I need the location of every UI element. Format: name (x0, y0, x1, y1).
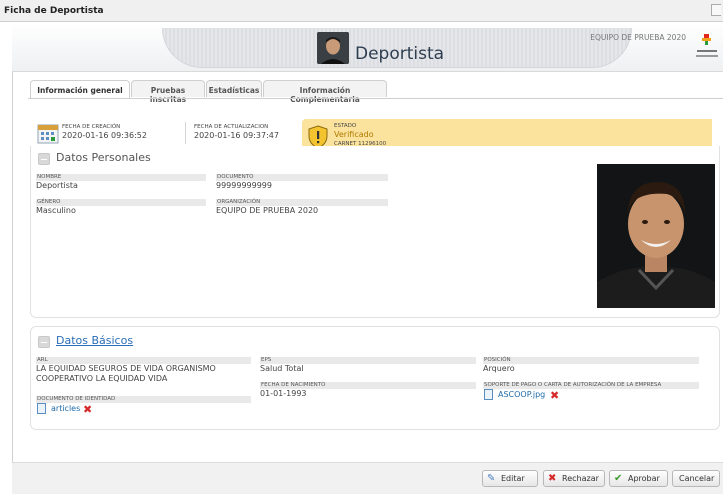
file-icon (484, 389, 493, 400)
documento-value: 99999999999 (216, 181, 272, 190)
doc-id-file-link[interactable]: articles (51, 404, 80, 413)
tab-label: Información general (37, 86, 123, 95)
delete-soporte-icon[interactable]: ✖ (550, 390, 559, 401)
collapse-icon[interactable] (38, 153, 50, 165)
updated-label: FECHA DE ACTUALIZACION (194, 124, 269, 130)
eps-label: EPS (260, 357, 476, 364)
organizacion-label: ORGANIZACIÓN (216, 199, 388, 206)
tabs-divider (28, 98, 723, 99)
window-close-button[interactable] (711, 4, 721, 16)
tab-informacion-complementaria[interactable]: Información Complementaria (263, 80, 387, 104)
reject-button-label: Rechazar (562, 474, 599, 483)
doc-id-label: DOCUMENTO DE IDENTIDAD (36, 396, 251, 403)
team-name: EQUIPO DE PRUEBA 2020 (590, 33, 686, 42)
window-title-bar: Ficha de Deportista (0, 0, 723, 22)
created-label: FECHA DE CREACIÓN (62, 124, 121, 130)
meta-divider (185, 122, 186, 144)
delete-doc-id-icon[interactable]: ✖ (83, 404, 92, 415)
edit-icon: ✎ (487, 473, 496, 484)
genero-value: Masculino (36, 206, 76, 215)
eps-value: Salud Total (260, 364, 304, 373)
nacimiento-label: FECHA DE NACIMIENTO (260, 382, 476, 389)
created-value: 2020-01-16 09:36:52 (62, 131, 147, 140)
file-icon (37, 403, 46, 414)
documento-label: DOCUMENTO (216, 174, 388, 181)
basic-section-title[interactable]: Datos Básicos (56, 334, 133, 347)
genero-label: GÉNERO (36, 199, 206, 206)
cancel-button[interactable]: Cancelar (672, 470, 720, 487)
soporte-label: SOPORTE DE PAGO O CARTA DE AUTORIZACIÓN … (483, 382, 699, 389)
tab-informacion-general[interactable]: Información general (30, 80, 130, 99)
tab-label: Información Complementaria (290, 86, 360, 104)
reject-button[interactable]: ✖ Rechazar (543, 470, 605, 487)
tab-label: Pruebas inscritas (149, 86, 187, 104)
status-label: ESTADO (334, 123, 357, 129)
edit-button-label: Editar (501, 474, 525, 483)
nombre-value: Deportista (36, 181, 78, 190)
soporte-file-link[interactable]: ASCOOP.jpg (498, 390, 545, 399)
personal-section-title: Datos Personales (56, 151, 151, 164)
avatar (317, 32, 349, 64)
nacimiento-value: 01-01-1993 (260, 389, 307, 398)
arl-value-line-1: LA EQUIDAD SEGUROS DE VIDA ORGANISMO (36, 364, 216, 373)
collapse-icon[interactable] (38, 336, 50, 348)
arl-label: ARL (36, 357, 251, 364)
organizacion-value: EQUIPO DE PRUEBA 2020 (216, 206, 319, 215)
window-title: Ficha de Deportista (4, 6, 104, 16)
tab-pruebas-inscritas[interactable]: Pruebas inscritas (131, 80, 205, 104)
calendar-icon (37, 122, 59, 144)
edit-button[interactable]: ✎ Editar (482, 470, 538, 487)
nombre-label: NOMBRE (36, 174, 206, 181)
team-logo-icon (695, 33, 719, 63)
reject-icon: ✖ (548, 473, 557, 484)
athlete-photo (597, 164, 715, 308)
tab-label: Estadísticas (208, 86, 260, 95)
page-title: Deportista (355, 44, 445, 64)
posicion-label: POSICIÓN (483, 357, 699, 364)
check-icon: ✔ (614, 473, 623, 484)
approve-button-label: Aprobar (628, 474, 660, 483)
cancel-button-label: Cancelar (679, 474, 715, 483)
posicion-value: Arquero (483, 364, 515, 373)
status-value: Verificado (334, 130, 374, 139)
arl-value-line-2: COOPERATIVO LA EQUIDAD VIDA (36, 374, 168, 383)
approve-button[interactable]: ✔ Aprobar (609, 470, 668, 487)
updated-value: 2020-01-16 09:37:47 (194, 131, 279, 140)
tab-estadisticas[interactable]: Estadísticas (206, 80, 262, 97)
